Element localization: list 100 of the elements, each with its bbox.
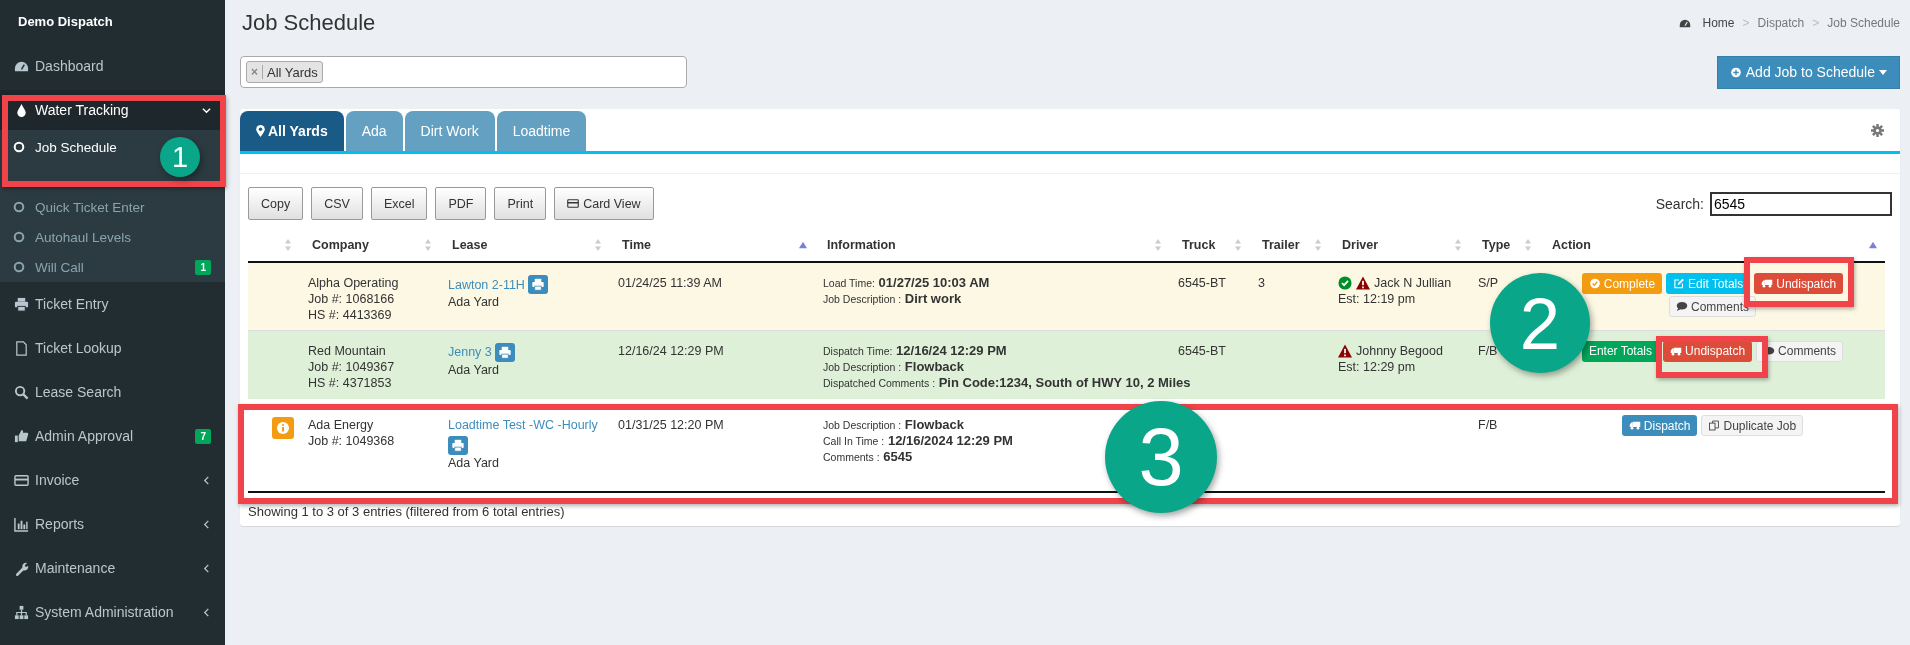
column-header[interactable]: Information bbox=[823, 237, 1154, 252]
breadcrumb-link[interactable]: Job Schedule bbox=[1827, 16, 1900, 30]
copy-icon bbox=[1708, 420, 1721, 431]
info-line: Call In Time : 12/16/2024 12:29 PM bbox=[823, 433, 1013, 449]
sort-icon[interactable] bbox=[594, 238, 602, 251]
undispatch-button[interactable]: Undispatch bbox=[1754, 273, 1844, 294]
lease-link[interactable]: Lawton 2-11H bbox=[448, 276, 525, 293]
sidebar-item[interactable]: System Administration bbox=[0, 590, 225, 634]
sidebar-item[interactable]: Admin Approval 7 bbox=[0, 414, 225, 458]
settings-icon[interactable] bbox=[1871, 123, 1884, 137]
printer-icon bbox=[451, 439, 465, 452]
sidebar-item[interactable]: Dashboard bbox=[0, 44, 225, 88]
sort-icon[interactable] bbox=[1234, 238, 1242, 251]
truck-icon bbox=[1761, 278, 1774, 289]
sort-icon[interactable] bbox=[1524, 238, 1532, 251]
yard-tag: × All Yards bbox=[246, 61, 323, 83]
sidebar-item[interactable]: Reports bbox=[0, 502, 225, 546]
plus-circle-icon bbox=[1729, 66, 1742, 78]
check-circle-icon bbox=[1588, 278, 1601, 289]
info-line: Dispatch Time: 12/16/24 12:29 PM bbox=[823, 342, 1007, 359]
info-line: Comments : 6545 bbox=[823, 449, 913, 465]
printer-icon bbox=[497, 345, 512, 359]
circle-icon bbox=[13, 231, 25, 243]
column-header[interactable]: Driver bbox=[1338, 237, 1454, 252]
submenu-item[interactable]: Quick Ticket Enter bbox=[0, 192, 159, 222]
circle-icon bbox=[13, 261, 25, 273]
company-text: HS #: 4371853 bbox=[308, 374, 393, 391]
time-text: 01/31/25 12:20 PM bbox=[618, 417, 725, 433]
sidebar-item[interactable]: Maintenance bbox=[0, 546, 225, 590]
company-text: Job #: 1049367 bbox=[308, 358, 396, 375]
export-button[interactable]: Print bbox=[494, 187, 547, 220]
column-header[interactable]: Truck bbox=[1178, 237, 1234, 252]
brand-title: Demo Dispatch bbox=[17, 13, 114, 31]
sidebar-item[interactable]: Invoice bbox=[0, 458, 225, 502]
card-icon bbox=[567, 198, 580, 209]
undispatch-button[interactable]: Undispatch bbox=[1663, 340, 1753, 362]
sitemap-icon bbox=[14, 604, 29, 620]
info-icon[interactable] bbox=[272, 417, 294, 439]
export-button[interactable]: Copy bbox=[248, 187, 304, 220]
time-text: 12/16/24 12:29 PM bbox=[618, 342, 725, 359]
column-header[interactable]: Time bbox=[618, 237, 799, 252]
print-button[interactable] bbox=[448, 436, 468, 455]
breadcrumb-separator: > bbox=[1742, 16, 1750, 30]
column-header[interactable]: Company bbox=[308, 237, 424, 252]
circle-icon bbox=[13, 201, 25, 213]
sort-icon[interactable] bbox=[1314, 238, 1322, 251]
sort-icon[interactable] bbox=[424, 238, 432, 251]
breadcrumb-link[interactable]: Dispatch bbox=[1757, 16, 1805, 30]
sort-icon[interactable] bbox=[1154, 238, 1162, 251]
sort-icon[interactable] bbox=[1454, 238, 1462, 251]
count-badge: 7 bbox=[195, 428, 211, 444]
submenu-item[interactable]: Autohaul Levels bbox=[0, 222, 146, 252]
sort-icon[interactable] bbox=[284, 238, 292, 251]
print-button[interactable] bbox=[527, 275, 548, 294]
caret-icon bbox=[1879, 69, 1887, 75]
print-button[interactable] bbox=[494, 342, 515, 362]
printer-icon bbox=[530, 278, 545, 291]
lease-link[interactable]: Loadtime Test -WC -Hourly bbox=[448, 417, 598, 433]
column-header[interactable]: Action bbox=[1548, 237, 1869, 252]
printer-icon bbox=[14, 296, 29, 312]
search-field[interactable]: 6545 bbox=[1710, 191, 1892, 216]
breadcrumb-link[interactable]: Home bbox=[1702, 16, 1735, 30]
submenu-item[interactable]: Job Schedule bbox=[0, 132, 131, 162]
time-text: 01/24/25 11:39 AM bbox=[618, 275, 724, 291]
chevron-down-icon bbox=[202, 105, 211, 115]
info-line: Job Description : Flowback bbox=[823, 358, 965, 375]
dispatch-button[interactable]: Dispatch bbox=[1621, 415, 1698, 436]
map-pin-icon bbox=[256, 125, 265, 137]
tab[interactable]: All Yards bbox=[240, 111, 344, 151]
yard-text: Ada Yard bbox=[448, 361, 500, 378]
duplicate-button[interactable]: Duplicate Job bbox=[1701, 415, 1804, 436]
add-job-button[interactable]: Add Job to Schedule bbox=[1716, 55, 1900, 89]
driver-name: Jack N Jullian bbox=[1374, 275, 1452, 291]
yard-text: Ada Yard bbox=[448, 294, 500, 310]
company-text: Ada Energy bbox=[308, 417, 375, 433]
export-button[interactable]: Excel bbox=[370, 187, 428, 220]
yard-text: Ada Yard bbox=[448, 455, 500, 471]
table-info: Showing 1 to 3 of 3 entries (filtered from 6 total entries) bbox=[247, 503, 566, 521]
trailer-text: 3 bbox=[1258, 275, 1266, 291]
submenu-item[interactable]: Will Call 1 bbox=[0, 252, 225, 282]
company-text: Red Mountain bbox=[308, 342, 387, 359]
wrench-icon bbox=[14, 560, 29, 576]
gauge-icon bbox=[1678, 17, 1691, 29]
circle-icon bbox=[13, 141, 25, 153]
sidebar-item[interactable]: Ticket Entry bbox=[0, 282, 225, 326]
column-header[interactable]: Lease bbox=[448, 237, 594, 252]
export-button[interactable]: CSV bbox=[311, 187, 363, 220]
column-header[interactable]: Trailer bbox=[1258, 237, 1314, 252]
export-button[interactable]: Card View bbox=[554, 187, 654, 220]
sidebar-item[interactable]: Ticket Lookup bbox=[0, 326, 225, 370]
column-header[interactable]: Type bbox=[1478, 237, 1524, 252]
export-button[interactable]: PDF bbox=[435, 187, 487, 220]
sidebar-item[interactable]: Lease Search bbox=[0, 370, 225, 414]
drop-icon bbox=[14, 102, 29, 118]
comments-button[interactable]: Comments bbox=[1756, 340, 1844, 362]
card-icon bbox=[14, 472, 29, 488]
yard-select[interactable]: × All Yards bbox=[240, 56, 687, 88]
comments-button[interactable]: Comments bbox=[1669, 296, 1756, 317]
truck-text: 6545-BT bbox=[1178, 275, 1227, 291]
type-text: F/B bbox=[1478, 417, 1499, 433]
